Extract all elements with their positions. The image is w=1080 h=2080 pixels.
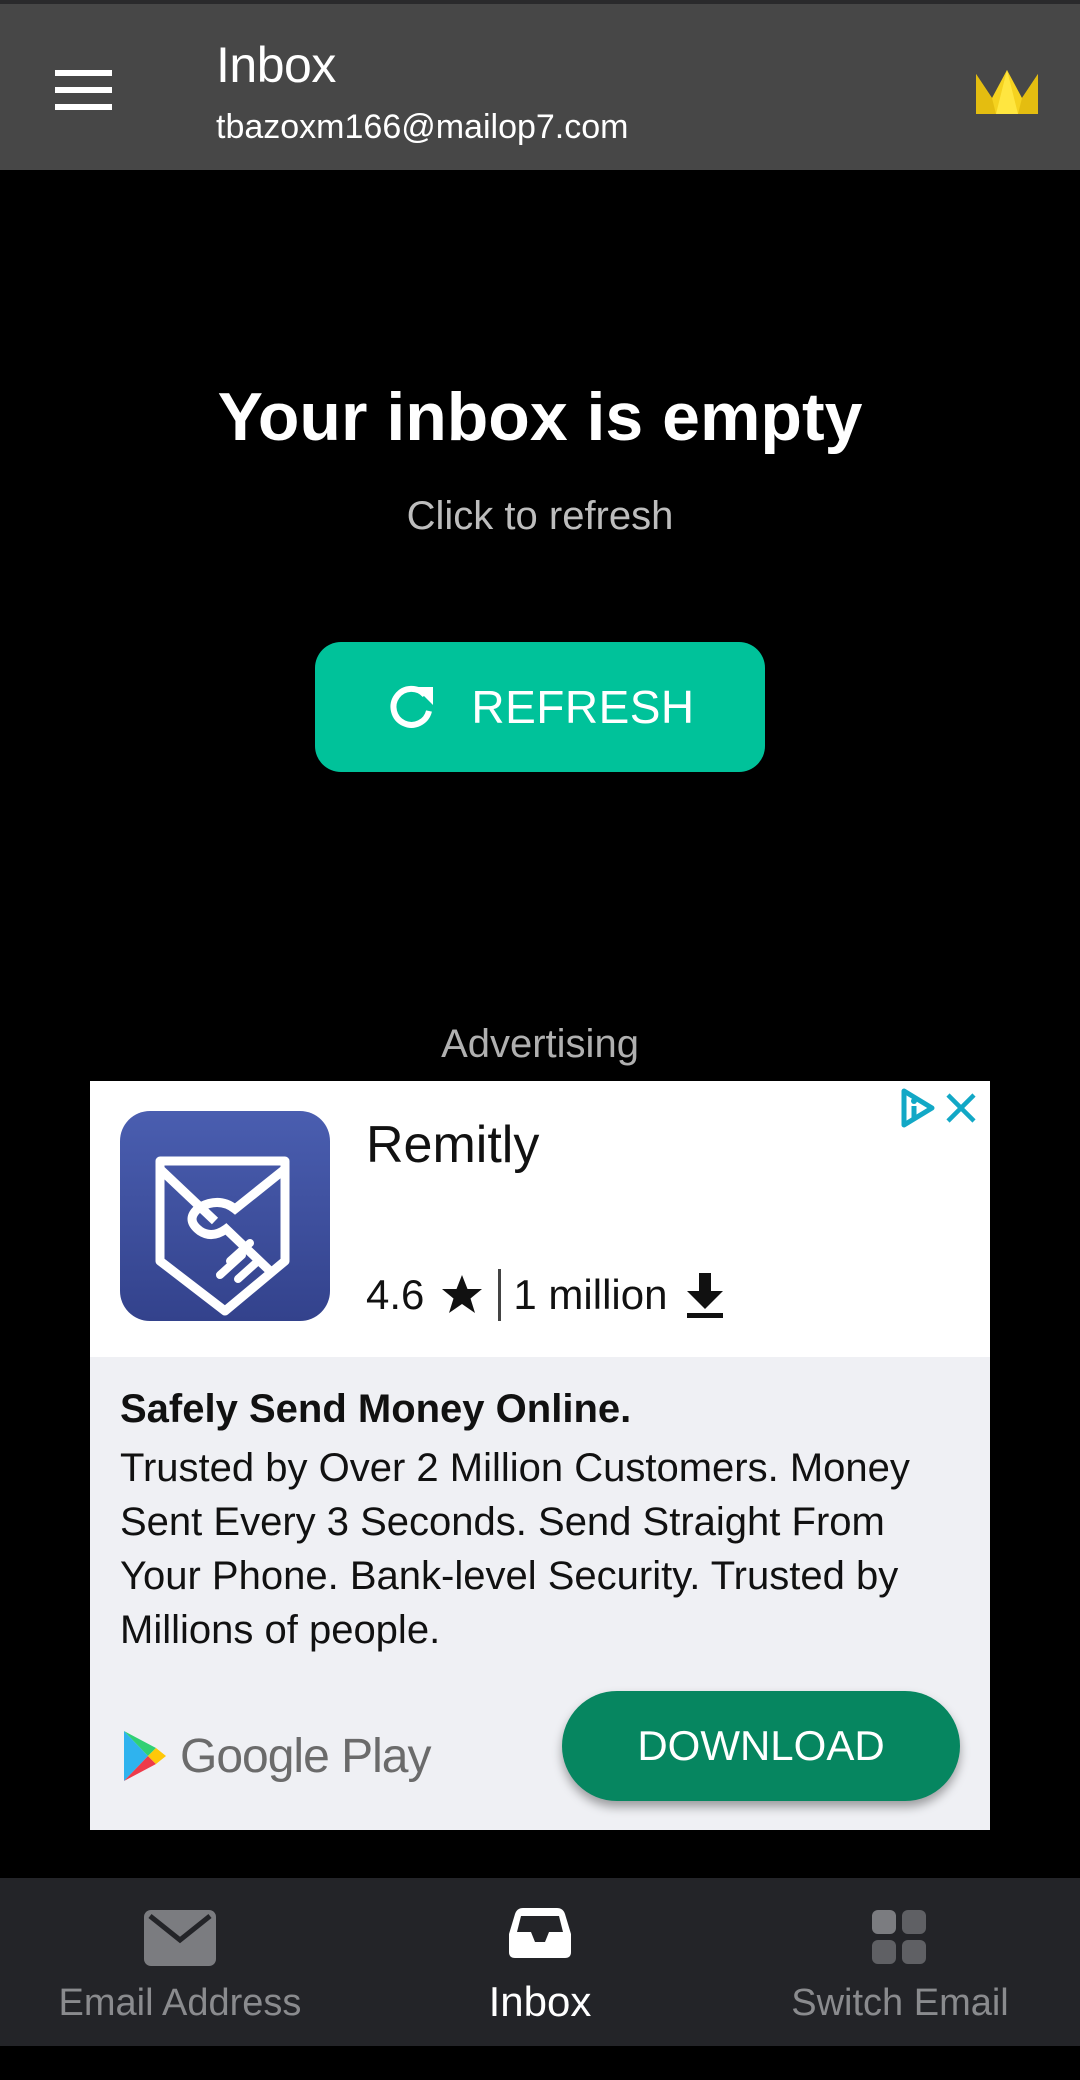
hamburger-line bbox=[55, 87, 112, 93]
app-icon bbox=[120, 1111, 330, 1321]
refresh-icon bbox=[390, 685, 434, 728]
refresh-label: REFRESH bbox=[471, 681, 695, 733]
nav-email-address[interactable]: Email Address bbox=[0, 1878, 360, 2046]
empty-inbox-subtitle: Click to refresh bbox=[406, 494, 674, 538]
adchoices-button[interactable] bbox=[898, 1087, 938, 1129]
app-stats: 4.6 1 million bbox=[366, 1265, 725, 1325]
page-title: Inbox bbox=[216, 37, 336, 93]
hamburger-line bbox=[55, 104, 112, 110]
close-icon bbox=[946, 1093, 976, 1123]
hamburger-menu-icon bbox=[55, 70, 112, 76]
ad-app-header: Remitly 4.6 1 million bbox=[90, 1081, 990, 1357]
nav-inbox[interactable]: Inbox bbox=[360, 1878, 720, 2046]
nav-label: Email Address bbox=[58, 1982, 302, 2024]
handshake-shield-icon bbox=[155, 1156, 290, 1316]
ad-close-button[interactable] bbox=[942, 1089, 980, 1127]
nav-switch-email[interactable]: Switch Email bbox=[720, 1878, 1080, 2046]
store-name: Google Play bbox=[180, 1729, 431, 1783]
ad-headline: Safely Send Money Online. bbox=[120, 1387, 632, 1431]
nav-label: Inbox bbox=[488, 1978, 592, 2025]
grid-icon bbox=[872, 1910, 926, 1964]
menu-button[interactable] bbox=[40, 54, 112, 120]
app-rating: 4.6 bbox=[366, 1271, 425, 1318]
app-installs: 1 million bbox=[513, 1271, 668, 1318]
inbox-tray-icon bbox=[509, 1908, 571, 1958]
premium-button[interactable] bbox=[974, 68, 1040, 118]
stats-divider bbox=[498, 1269, 502, 1321]
current-email-address: tbazoxm166@mailop7.com bbox=[216, 108, 629, 146]
google-play-icon bbox=[124, 1731, 166, 1781]
crown-icon bbox=[976, 70, 1038, 114]
star-icon bbox=[442, 1275, 483, 1313]
bottom-navigation: Email Address Inbox Switch Email bbox=[0, 1878, 1080, 2046]
refresh-button[interactable]: REFRESH bbox=[315, 642, 765, 772]
adchoices-icon bbox=[901, 1088, 935, 1128]
app-name: Remitly bbox=[366, 1116, 540, 1174]
download-button[interactable]: DOWNLOAD bbox=[562, 1691, 960, 1801]
app-bar: Inbox tbazoxm166@mailop7.com bbox=[0, 4, 1080, 170]
advertising-label: Advertising bbox=[441, 1022, 639, 1066]
download-icon bbox=[687, 1273, 724, 1318]
envelope-icon bbox=[144, 1910, 216, 1966]
ad-body-text: Trusted by Over 2 Million Customers. Mon… bbox=[120, 1446, 910, 1652]
ad-card[interactable]: Remitly 4.6 1 million Safely Send Money … bbox=[90, 1081, 990, 1830]
nav-label: Switch Email bbox=[791, 1982, 1009, 2024]
empty-inbox-title: Your inbox is empty bbox=[217, 379, 863, 455]
google-play-badge[interactable]: Google Play bbox=[122, 1721, 431, 1791]
